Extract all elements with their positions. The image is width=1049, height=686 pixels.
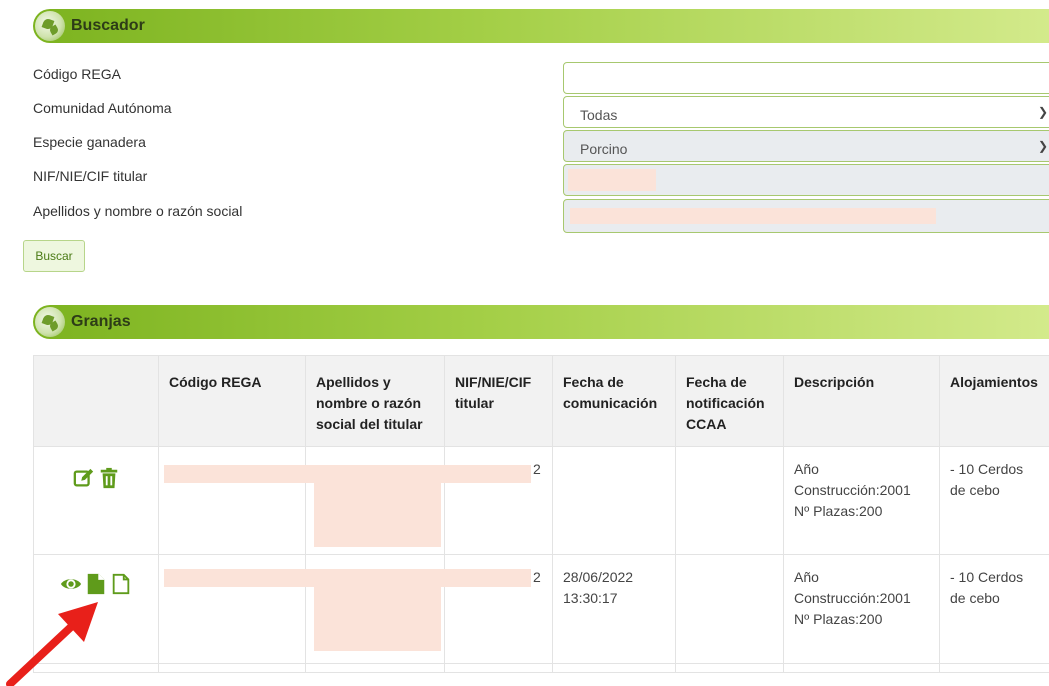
document-outline-icon[interactable] xyxy=(110,573,132,595)
titular-cell xyxy=(305,554,446,664)
redacted-value xyxy=(314,587,441,651)
table-row xyxy=(33,663,1049,673)
fecha-comunicacion-cell xyxy=(552,446,676,555)
farms-table: Código REGA Apellidos y nombre o razón s… xyxy=(33,355,1049,673)
search-section-header: Buscador xyxy=(33,9,1049,43)
redacted-value xyxy=(306,569,446,587)
table-cell xyxy=(444,663,553,673)
redacted-value xyxy=(164,569,306,587)
descripcion-line: Nº Plazas:200 xyxy=(794,503,883,519)
nif-cell: 2 xyxy=(444,554,553,664)
nif-visible-suffix: 2 xyxy=(533,569,541,585)
descripcion-line: Año xyxy=(794,569,819,585)
descripcion-line: Construcción:2001 xyxy=(794,590,911,606)
chevron-down-icon: ❯ xyxy=(1037,139,1048,153)
alojamientos-cell: - 10 Cerdos de cebo xyxy=(939,554,1049,664)
leaf-logo-icon xyxy=(35,11,65,41)
descripcion-line: Año xyxy=(794,461,819,477)
farms-section-title: Granjas xyxy=(71,313,131,330)
especie-select-value: Porcino xyxy=(580,141,628,157)
especie-select[interactable]: Porcino ❯ xyxy=(563,130,1049,162)
descripcion-cell: Año Construcción:2001 Nº Plazas:200 xyxy=(783,446,940,555)
table-cell xyxy=(783,663,940,673)
descripcion-line: Nº Plazas:200 xyxy=(794,611,883,627)
redacted-value xyxy=(445,465,531,483)
table-row: 2 28/06/2022 13:30:17 Año Construcción:2… xyxy=(33,554,1049,664)
redacted-nif xyxy=(568,169,656,191)
col-descripcion: Descripción xyxy=(783,355,940,447)
col-alojamientos: Alojamientos xyxy=(939,355,1049,447)
edit-icon[interactable] xyxy=(73,467,95,489)
chevron-down-icon: ❯ xyxy=(1037,105,1048,119)
hora-line: 13:30:17 xyxy=(563,590,618,606)
nif-cell: 2 xyxy=(444,446,553,555)
fecha-comunicacion-cell: 28/06/2022 13:30:17 xyxy=(552,554,676,664)
label-codigo-rega: Código REGA xyxy=(33,66,121,82)
col-actions xyxy=(33,355,159,447)
table-cell xyxy=(305,663,445,673)
leaf-logo-icon xyxy=(35,307,65,337)
col-fecha-comunicacion: Fecha de comunicación xyxy=(552,355,676,447)
alojamientos-cell: - 10 Cerdos de cebo xyxy=(939,446,1049,555)
table-cell xyxy=(552,663,676,673)
alojamientos-line: de cebo xyxy=(950,590,1000,606)
document-filled-icon[interactable] xyxy=(85,573,107,595)
eye-icon[interactable] xyxy=(60,573,82,595)
codigo-rega-cell xyxy=(158,446,306,555)
redacted-value xyxy=(445,569,531,587)
titular-cell xyxy=(305,446,446,555)
farms-section-header: Granjas xyxy=(33,305,1049,339)
label-especie: Especie ganadera xyxy=(33,134,146,150)
table-cell xyxy=(158,663,306,673)
descripcion-cell: Año Construcción:2001 Nº Plazas:200 xyxy=(783,554,940,664)
redacted-name xyxy=(570,208,936,224)
fecha-notificacion-cell xyxy=(675,554,784,664)
search-section-title: Buscador xyxy=(71,17,145,34)
annotation-arrow-icon xyxy=(6,602,98,686)
table-header-row: Código REGA Apellidos y nombre o razón s… xyxy=(33,355,1049,447)
codigo-rega-input[interactable] xyxy=(563,62,1049,94)
nif-input[interactable] xyxy=(563,164,1049,196)
table-cell xyxy=(939,663,1049,673)
alojamientos-line: - 10 Cerdos xyxy=(950,569,1024,585)
apellidos-input[interactable] xyxy=(563,199,1049,233)
comunidad-select-value: Todas xyxy=(580,107,618,123)
descripcion-line: Construcción:2001 xyxy=(794,482,911,498)
nif-visible-suffix: 2 xyxy=(533,461,541,477)
table-row: 2 Año Construcción:2001 Nº Plazas:200 - … xyxy=(33,446,1049,555)
col-titular: Apellidos y nombre o razón social del ti… xyxy=(305,355,445,447)
codigo-rega-cell xyxy=(158,554,306,664)
label-apellidos: Apellidos y nombre o razón social xyxy=(33,203,243,219)
col-fecha-notificacion: Fecha de notificación CCAA xyxy=(675,355,784,447)
col-codigo-rega: Código REGA xyxy=(158,355,306,447)
label-comunidad: Comunidad Autónoma xyxy=(33,100,172,116)
redacted-value xyxy=(314,483,441,547)
trash-icon[interactable] xyxy=(98,467,120,489)
table-cell xyxy=(675,663,784,673)
label-nif: NIF/NIE/CIF titular xyxy=(33,168,148,184)
fecha-notificacion-cell xyxy=(675,446,784,555)
redacted-value xyxy=(306,465,446,483)
search-button[interactable]: Buscar xyxy=(23,240,85,272)
comunidad-select[interactable]: Todas ❯ xyxy=(563,96,1049,128)
col-nif: NIF/NIE/CIF titular xyxy=(444,355,553,447)
fecha-line: 28/06/2022 xyxy=(563,569,634,585)
redacted-value xyxy=(164,465,306,483)
actions-cell xyxy=(33,446,159,555)
alojamientos-line: - 10 Cerdos xyxy=(950,461,1024,477)
alojamientos-line: de cebo xyxy=(950,482,1000,498)
